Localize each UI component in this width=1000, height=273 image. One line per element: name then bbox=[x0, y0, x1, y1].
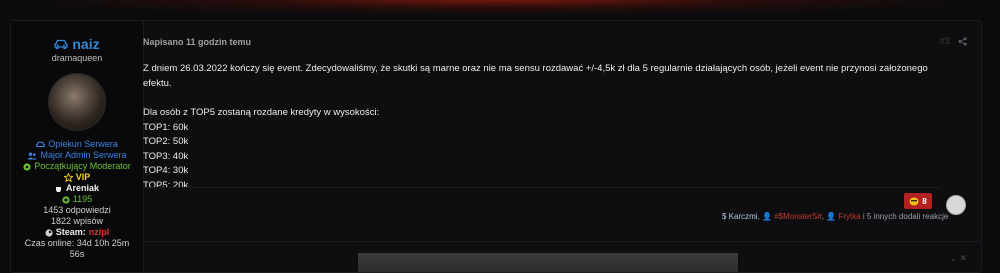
top-list-item: TOP3: 40k bbox=[143, 150, 189, 162]
role-opiekun: Opiekun Serwera bbox=[11, 139, 143, 150]
steam-icon bbox=[45, 228, 53, 237]
reaction-list: $ Karczmi, 👤 #$MonsterS#, 👤 Frytka i 5 i… bbox=[722, 212, 949, 221]
post-footer-divider bbox=[143, 241, 981, 242]
reactor-monster[interactable]: 👤 #$MonsterS# bbox=[762, 212, 822, 221]
post-header-actions: #3 bbox=[940, 36, 967, 46]
post-content: Napisano 11 godzin temu #3 Z dniem 26.03… bbox=[143, 21, 981, 272]
post-body: Z dniem 26.03.2022 kończy się event. Zde… bbox=[143, 62, 953, 193]
role-moderator: Początkujący Moderator bbox=[11, 161, 143, 172]
top-list-item: TOP4: 30k bbox=[143, 165, 189, 176]
star-icon bbox=[63, 173, 73, 182]
reactions-suffix[interactable]: i 5 innych dodali reakcje bbox=[863, 212, 948, 221]
share-icon[interactable] bbox=[958, 36, 967, 46]
username-link[interactable]: naiz bbox=[11, 36, 143, 52]
chevron-down-icon[interactable]: ⌄ bbox=[949, 253, 957, 263]
post-date[interactable]: Napisano 11 godzin temu bbox=[143, 37, 251, 47]
embed-controls[interactable]: ⌄ ✕ bbox=[949, 253, 967, 264]
plus-circle-icon bbox=[62, 195, 70, 204]
avatar[interactable] bbox=[48, 73, 106, 131]
header-glow bbox=[0, 0, 1000, 16]
role-areniak: Areniak bbox=[11, 183, 143, 194]
car-icon bbox=[36, 141, 46, 147]
reactor-karczmi[interactable]: $ Karczmi bbox=[722, 212, 758, 221]
role-vip: VIP bbox=[11, 172, 143, 183]
reactor-frytka[interactable]: 👤 Frytka bbox=[826, 212, 860, 221]
embedded-media[interactable] bbox=[358, 253, 738, 272]
steam-info: Steam: nzipl bbox=[11, 227, 143, 238]
forum-post: naiz dramaqueen Opiekun Serwera Major Ad… bbox=[10, 20, 982, 273]
reaction-emoji-icon bbox=[909, 197, 919, 205]
reaction-count: 8 bbox=[922, 196, 927, 206]
online-time-seconds: 56s bbox=[69, 249, 85, 259]
close-icon[interactable]: ✕ bbox=[959, 253, 967, 263]
top-list-item: TOP5: 20k bbox=[143, 179, 189, 191]
replies-count: 1453 odpowiedzi bbox=[43, 205, 111, 215]
reputation-points: 1195 bbox=[11, 194, 143, 205]
users-icon bbox=[27, 152, 38, 159]
top-list-item: TOP1: 60k bbox=[143, 121, 189, 133]
fist-icon bbox=[55, 186, 61, 192]
top-list-item: TOP2: 50k bbox=[143, 136, 189, 147]
gear-icon bbox=[23, 162, 31, 171]
add-reaction-button[interactable] bbox=[946, 195, 966, 215]
post-number[interactable]: #3 bbox=[940, 36, 950, 46]
user-title: dramaqueen bbox=[51, 53, 103, 63]
username[interactable]: naiz bbox=[72, 36, 99, 52]
post-divider bbox=[143, 187, 941, 188]
car-icon bbox=[54, 39, 69, 49]
user-panel: naiz dramaqueen Opiekun Serwera Major Ad… bbox=[11, 21, 144, 272]
posts-count: 1822 wpisów bbox=[50, 216, 104, 226]
reaction-button[interactable]: 8 bbox=[904, 193, 932, 209]
steam-nick[interactable]: nzipl bbox=[89, 227, 110, 238]
online-time: Czas online: 34d 10h 25m bbox=[24, 238, 130, 248]
role-major-admin: Major Admin Serwera bbox=[11, 150, 143, 161]
post-paragraph: Dla osób z TOP5 zostaną rozdane kredyty … bbox=[143, 107, 380, 118]
post-paragraph: Z dniem 26.03.2022 kończy się event. Zde… bbox=[143, 63, 928, 89]
